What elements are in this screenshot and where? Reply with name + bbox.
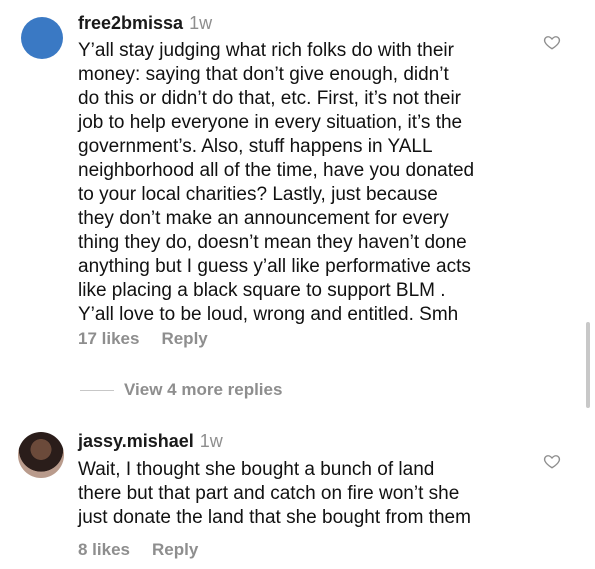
likes-count[interactable]: 8 likes <box>78 540 130 559</box>
comment-1: free2bmissa 1w Y’all stay judging what ri… <box>0 0 595 360</box>
comment-actions: 8 likes Reply <box>78 540 198 560</box>
comment-header: free2bmissa 1w <box>78 12 212 34</box>
reply-button[interactable]: Reply <box>161 329 207 348</box>
avatar[interactable] <box>18 432 64 478</box>
comment-line: like placing a black square to support B… <box>78 280 446 301</box>
divider-line <box>80 389 114 391</box>
comment-text: Y’all stay judging what rich folks do wi… <box>78 39 474 327</box>
comment-line: anything but I guess y’all like performa… <box>78 256 471 277</box>
comment-actions: 17 likes Reply <box>78 329 208 349</box>
username[interactable]: jassy.mishael <box>78 431 194 451</box>
comment-line: there but that part and catch on fire wo… <box>78 483 460 504</box>
comment-line: government’s. Also, stuff happens in YAL… <box>78 136 433 157</box>
reply-button[interactable]: Reply <box>152 540 198 559</box>
comment-line: job to help everyone in every situation,… <box>78 112 463 133</box>
comment-text: Wait, I thought she bought a bunch of la… <box>78 458 471 530</box>
timestamp: 1w <box>189 13 213 33</box>
heart-icon[interactable] <box>543 452 561 470</box>
view-more-label: View 4 more replies <box>124 380 283 399</box>
comment-header: jassy.mishael 1w <box>78 430 223 452</box>
avatar[interactable] <box>21 17 63 59</box>
comment-line: thing they do, doesn’t mean they haven’t… <box>78 232 467 253</box>
likes-count[interactable]: 17 likes <box>78 329 139 348</box>
comment-line: Y’all stay judging what rich folks do wi… <box>78 40 454 61</box>
comment-line: neighborhood all of the time, have you d… <box>78 160 475 181</box>
comment-line: Wait, I thought she bought a bunch of la… <box>78 459 435 480</box>
timestamp: 1w <box>199 431 223 451</box>
scrollbar[interactable] <box>586 322 590 408</box>
comment-line: they don’t make an announcement for ever… <box>78 208 449 229</box>
heart-icon[interactable] <box>543 33 561 51</box>
comment-line: Y’all love to be loud, wrong and entitle… <box>78 304 459 325</box>
username[interactable]: free2bmissa <box>78 13 183 33</box>
comment-line: money: saying that don’t give enough, di… <box>78 64 449 85</box>
comment-line: to your local charities? Lastly, just be… <box>78 184 438 205</box>
comment-2: jassy.mishael 1w Wait, I thought she boug… <box>0 420 595 569</box>
comment-line: do this or didn’t do that, etc. First, i… <box>78 88 461 109</box>
comment-line: just donate the land that she bought fro… <box>78 507 471 528</box>
view-more-replies[interactable]: View 4 more replies <box>80 380 282 400</box>
